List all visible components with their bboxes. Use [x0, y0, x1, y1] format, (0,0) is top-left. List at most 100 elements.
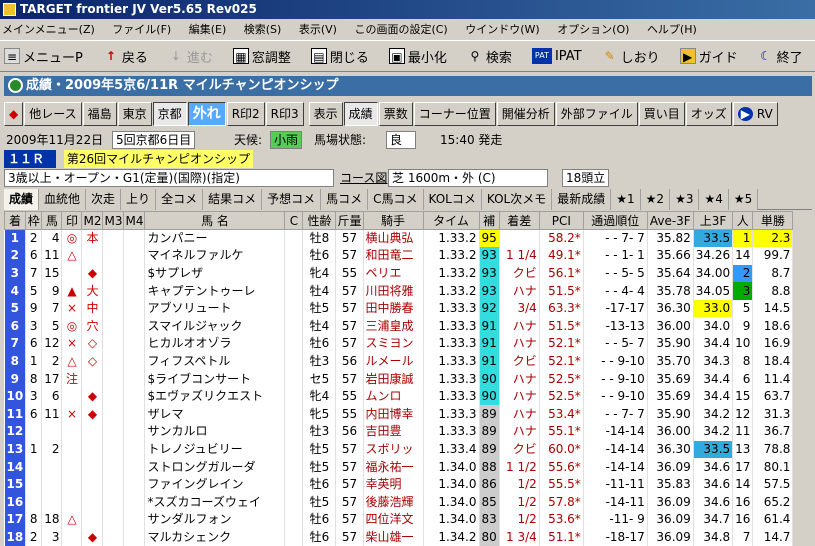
table-row[interactable]: 3715◆$サプレザ牝455ペリエ1.33.293クビ56.1*- - 5- 5…	[5, 265, 793, 283]
nav-rv[interactable]: ▶ RV	[733, 102, 778, 126]
tab-all-comment[interactable]: 全コメ	[156, 189, 203, 210]
bookmark-button[interactable]: ✎しおり	[602, 47, 660, 66]
cell-waku: 3	[26, 317, 42, 335]
table-row[interactable]: 17818△サンダルフォン牡657四位洋文1.34.0831/253.6*-11…	[5, 511, 793, 529]
nav-tokyo[interactable]: 東京	[118, 102, 152, 126]
exit-button[interactable]: ☾終了	[758, 47, 803, 66]
column-header-2[interactable]: 馬	[42, 212, 62, 230]
cell-tan: 57.5	[753, 476, 793, 494]
window-adjust-button[interactable]: ▦窓調整	[233, 47, 291, 66]
table-row[interactable]: 597×中アブソリュート牡557田中勝春1.33.3923/463.3*-17-…	[5, 300, 793, 318]
nav-r-prev3[interactable]: R印3	[266, 102, 304, 126]
tab-next[interactable]: 次走	[86, 189, 121, 210]
table-row[interactable]: 7612×◇ヒカルオオゾラ牡657スミヨン1.33.391ハナ52.1*- - …	[5, 335, 793, 353]
column-header-6[interactable]: M4	[124, 212, 145, 230]
column-header-0[interactable]: 着	[5, 212, 26, 230]
back-button[interactable]: ↑戻る	[103, 47, 148, 66]
column-header-4[interactable]: M2	[82, 212, 103, 230]
table-row[interactable]: 1312トレノジュビリー牡557スボリッ1.33.489クビ60.0*-14-1…	[5, 441, 793, 459]
course-map-link[interactable]: コース図	[340, 169, 387, 187]
table-row[interactable]: 1823◆マルカシェンク牡657柴山雄一1.34.2801 3/451.1*-1…	[5, 529, 793, 546]
tab-horse-comment[interactable]: 馬コメ	[321, 189, 368, 210]
table-row[interactable]: 2611△マイネルファルケ牡657和田竜二1.33.2931 1/449.1*-…	[5, 247, 793, 265]
tab-results[interactable]: 成績	[4, 189, 39, 210]
tab-pedigree[interactable]: 血統他	[39, 189, 86, 210]
column-header-5[interactable]: M3	[103, 212, 124, 230]
menu-p-button[interactable]: ≡メニューP	[4, 47, 83, 66]
table-row[interactable]: 635◎穴スマイルジャック牡457三浦皇成1.33.391ハナ51.5*-13-…	[5, 317, 793, 335]
menu-main[interactable]: メインメニュー(Z)	[2, 23, 95, 36]
tab-star3[interactable]: ★3	[670, 189, 699, 210]
tab-c-horse-comment[interactable]: C馬コメ	[368, 189, 423, 210]
tab-latest-results[interactable]: 最新成績	[552, 189, 611, 210]
nav-results[interactable]: 成績	[344, 102, 378, 126]
search-button[interactable]: ⚲検索	[467, 47, 512, 66]
cell-agari: 34.05	[693, 282, 732, 300]
table-row[interactable]: 9817注$ライブコンサートセ557岩田康誠1.33.390ハナ52.5*- -…	[5, 370, 793, 388]
nav-odds[interactable]: オッズ	[686, 102, 732, 126]
nav-pace[interactable]: 開催分析	[497, 102, 555, 126]
tab-agari[interactable]: 上り	[121, 189, 156, 210]
menu-view[interactable]: 表示(V)	[299, 23, 337, 36]
forward-button[interactable]: ↓進む	[168, 47, 213, 66]
column-header-15[interactable]: PCI	[539, 212, 583, 230]
nav-votes[interactable]: 票数	[379, 102, 413, 126]
column-header-12[interactable]: タイム	[423, 212, 479, 230]
table-row[interactable]: 16*スズカコーズウェイ牡557後藤浩輝1.34.0851/257.8*-14-…	[5, 493, 793, 511]
minimize-button[interactable]: ▣最小化	[389, 47, 447, 66]
table-row[interactable]: 14ストロングガルーダ牡557福永祐一1.34.0881 1/255.6*-14…	[5, 458, 793, 476]
column-header-14[interactable]: 着差	[499, 212, 539, 230]
nav-kyoto[interactable]: 京都	[153, 102, 187, 126]
tab-star4[interactable]: ★4	[699, 189, 728, 210]
nav-prev-icon[interactable]: ◆	[4, 102, 23, 126]
tab-star5[interactable]: ★5	[729, 189, 758, 210]
table-row[interactable]: 459▲大キャプテントゥーレ牡457川田将雅1.33.293ハナ51.5*- -…	[5, 282, 793, 300]
menu-screen-settings[interactable]: この画面の設定(C)	[354, 23, 447, 36]
tab-star2[interactable]: ★2	[641, 189, 670, 210]
menu-edit[interactable]: 編集(E)	[189, 23, 227, 36]
table-row[interactable]: 15ファイングレイン牡657幸英明1.34.0861/255.5*-11-113…	[5, 476, 793, 494]
close-button[interactable]: ▤閉じる	[311, 47, 369, 66]
ipat-button[interactable]: PATIPAT	[532, 48, 582, 64]
column-header-7[interactable]: 馬 名	[145, 212, 285, 230]
menu-window[interactable]: ウインドウ(W)	[465, 23, 539, 36]
column-header-19[interactable]: 人	[733, 212, 753, 230]
nav-hazure[interactable]: 外れ	[188, 102, 226, 126]
cell-uma: 2	[42, 353, 62, 371]
column-header-20[interactable]: 単勝	[753, 212, 793, 230]
tab-predict-comment[interactable]: 予想コメ	[262, 189, 321, 210]
table-row[interactable]: 11611×◆ザレマ牝555内田博幸1.33.389ハナ53.4*- - 7- …	[5, 405, 793, 423]
tab-star1[interactable]: ★1	[611, 189, 640, 210]
column-header-16[interactable]: 通過順位	[583, 212, 647, 230]
nav-corner[interactable]: コーナー位置	[414, 102, 496, 126]
column-header-1[interactable]: 枠	[26, 212, 42, 230]
menu-file[interactable]: ファイル(F)	[112, 23, 171, 36]
menu-search[interactable]: 検索(S)	[244, 23, 282, 36]
column-header-10[interactable]: 斤量	[336, 212, 363, 230]
nav-other-race[interactable]: 他レース	[24, 102, 81, 126]
menu-help[interactable]: ヘルプ(H)	[647, 23, 697, 36]
column-header-18[interactable]: 上3F	[693, 212, 732, 230]
menu-option[interactable]: オプション(O)	[557, 23, 629, 36]
table-row[interactable]: 12サンカルロ牡356吉田豊1.33.389ハナ55.1*-14-1436.00…	[5, 423, 793, 441]
tab-kol-comment[interactable]: KOLコメ	[424, 189, 482, 210]
tab-result-comment[interactable]: 結果コメ	[203, 189, 262, 210]
table-row[interactable]: 124◎本カンパニー牡857横山典弘1.33.29558.2*- - 7- 73…	[5, 230, 793, 248]
column-header-9[interactable]: 性齢	[303, 212, 336, 230]
cell-jockey: スボリッ	[363, 441, 423, 459]
nav-display[interactable]: 表示	[309, 102, 343, 126]
nav-fukushima[interactable]: 福島	[83, 102, 117, 126]
column-header-11[interactable]: 騎手	[363, 212, 423, 230]
tab-kol-next-memo[interactable]: KOL次メモ	[482, 189, 552, 210]
column-header-17[interactable]: Ave-3F	[647, 212, 693, 230]
cell-sei: 牡3	[303, 353, 336, 371]
table-row[interactable]: 1036◆$エヴァズリクエスト牝455ムンロ1.33.390ハナ52.5*- -…	[5, 388, 793, 406]
table-row[interactable]: 812△◇フィフスペトル牡356ルメール1.33.391クビ52.1*- - 9…	[5, 353, 793, 371]
nav-buy[interactable]: 買い目	[639, 102, 685, 126]
column-header-8[interactable]: C	[285, 212, 303, 230]
nav-ext-file[interactable]: 外部ファイル	[556, 102, 638, 126]
column-header-13[interactable]: 補	[479, 212, 499, 230]
column-header-3[interactable]: 印	[62, 212, 82, 230]
guide-button[interactable]: ▶ガイド	[680, 47, 738, 66]
nav-r-prev2[interactable]: R印2	[227, 102, 265, 126]
